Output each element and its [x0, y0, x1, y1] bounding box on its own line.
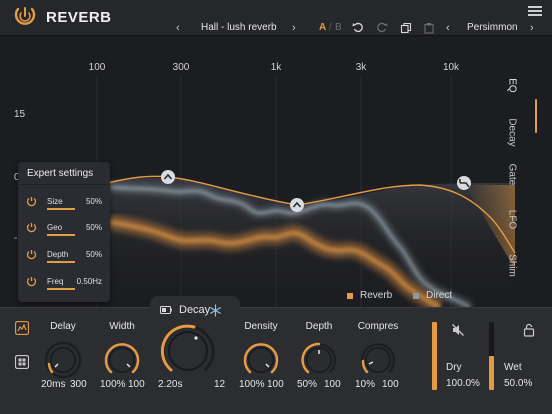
depth-max: 100 [324, 379, 341, 390]
delay-max: 300 [70, 379, 87, 390]
legend-reverb: Reverb [360, 290, 393, 301]
prev-theme-button[interactable]: ‹ [446, 20, 450, 36]
grid-view-icon[interactable] [15, 355, 29, 369]
expert-row-size[interactable]: Size 50% [26, 195, 106, 213]
preset-toolbar: ‹ Hall - lush reverb › A / B ‹ Persimmon… [0, 20, 552, 36]
eq-node-high [457, 176, 471, 190]
ab-b-button[interactable]: B [335, 20, 342, 36]
expert-row-freq[interactable]: Freq 0.50Hz [26, 275, 106, 293]
depth-knob[interactable] [299, 340, 339, 380]
power-icon[interactable] [26, 249, 37, 260]
hamburger-menu-icon[interactable] [528, 6, 542, 16]
freq-label: 10k [442, 62, 460, 73]
freq-label: 300 [172, 62, 190, 73]
expert-param-value: 50% [85, 250, 102, 259]
db-label: - [14, 233, 18, 244]
width-label: Width [109, 321, 135, 332]
expert-slider[interactable] [47, 288, 75, 290]
tab-gate[interactable]: Gate [507, 155, 518, 195]
lock-icon[interactable] [523, 323, 535, 337]
expert-slider[interactable] [47, 208, 75, 210]
tab-decay[interactable]: Decay [507, 113, 518, 153]
db-label: 15 [14, 109, 26, 120]
preset-name[interactable]: Hall - lush reverb [201, 20, 277, 36]
expert-param-label: Depth [47, 250, 69, 259]
decay-knob[interactable] [159, 322, 217, 380]
power-icon[interactable] [26, 222, 37, 233]
eq-node-mid [290, 198, 304, 212]
next-theme-button[interactable]: › [530, 20, 534, 36]
width-knob[interactable] [102, 340, 142, 380]
tab-shim[interactable]: Shim [507, 246, 518, 286]
copy-icon[interactable] [400, 22, 412, 34]
expert-param-label: Freq [47, 277, 64, 286]
dry-label: Dry [446, 362, 462, 373]
width-max: 100 [128, 379, 145, 390]
legend-direct: Direct [426, 290, 453, 301]
active-tab-indicator [535, 99, 537, 133]
wet-value: 50.0% [504, 378, 533, 389]
freeze-icon[interactable] [209, 304, 222, 317]
battery-icon[interactable] [160, 306, 172, 314]
expert-param-value: 50% [85, 223, 102, 232]
dry-value: 100.0% [446, 378, 480, 389]
expert-row-geo[interactable]: Geo 50% [26, 221, 106, 239]
expert-slider[interactable] [47, 234, 75, 236]
expert-row-depth[interactable]: Depth 50% [26, 248, 106, 266]
legend-direct-swatch [413, 293, 419, 299]
compres-knob[interactable] [358, 340, 398, 380]
density-label: Density [244, 321, 278, 332]
density-value: 100% [239, 379, 265, 390]
legend-reverb-swatch [347, 293, 353, 299]
freq-label: 3k [355, 62, 367, 73]
expert-param-label: Size [47, 197, 63, 206]
width-value: 100% [100, 379, 126, 390]
redo-icon[interactable] [376, 22, 388, 34]
compres-max: 100 [382, 379, 399, 390]
wet-meter-fill [489, 356, 494, 390]
undo-icon[interactable] [352, 22, 364, 34]
ab-separator: / [329, 22, 332, 33]
spectrum-view-icon[interactable] [15, 321, 29, 335]
mute-icon[interactable] [451, 323, 465, 337]
ab-a-button[interactable]: A [319, 20, 326, 36]
compres-label: Compres [357, 321, 399, 332]
wet-label: Wet [504, 362, 522, 373]
decay-max: 12 [214, 379, 226, 390]
expert-settings-title: Expert settings [27, 168, 94, 179]
tab-eq[interactable]: EQ [507, 66, 518, 106]
delay-value: 20ms [41, 379, 66, 390]
divider [18, 184, 110, 185]
paste-icon[interactable] [423, 22, 435, 34]
dry-meter[interactable] [432, 322, 437, 390]
eq-node-low [161, 170, 175, 184]
density-knob[interactable] [241, 340, 281, 380]
wet-meter[interactable] [489, 322, 494, 390]
freq-label: 1k [270, 62, 282, 73]
tab-lfo[interactable]: LFO [507, 200, 518, 240]
freq-label: 100 [88, 62, 106, 73]
expert-settings-panel: Expert settings Size 50% Geo 50% Depth 5… [18, 162, 110, 302]
power-icon[interactable] [26, 276, 37, 287]
expert-param-value: 50% [85, 197, 102, 206]
delay-label: Delay [50, 321, 76, 332]
compres-value: 10% [355, 379, 376, 390]
delay-knob[interactable] [43, 340, 83, 380]
expert-slider[interactable] [47, 261, 75, 263]
expert-param-label: Geo [47, 223, 63, 232]
dry-meter-fill [432, 322, 437, 390]
density-max: 100 [267, 379, 284, 390]
expert-param-value: 0.50Hz [76, 277, 102, 286]
decay-value: 2.20s [158, 379, 183, 390]
next-preset-button[interactable]: › [292, 20, 296, 36]
depth-label: Depth [305, 321, 333, 332]
decay-section-label: Decay [179, 304, 211, 316]
header-bar: REVERB ‹ Hall - lush reverb › A / B ‹ Pe… [0, 0, 552, 36]
depth-value: 50% [297, 379, 318, 390]
prev-preset-button[interactable]: ‹ [176, 20, 180, 36]
power-icon[interactable] [26, 196, 37, 207]
theme-name[interactable]: Persimmon [467, 20, 518, 36]
